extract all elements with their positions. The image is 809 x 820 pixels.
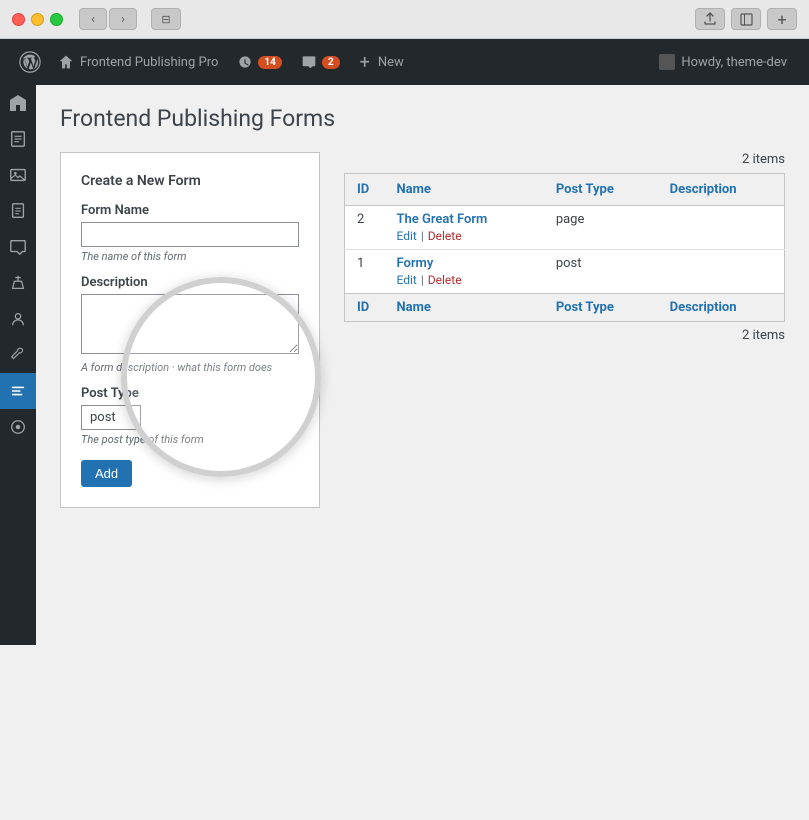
user-avatar bbox=[659, 54, 675, 70]
add-form-button[interactable]: Add bbox=[81, 460, 132, 487]
form-name-label: Form Name bbox=[81, 203, 299, 218]
footer-col-name: Name bbox=[385, 294, 544, 322]
admin-bar-new[interactable]: + New bbox=[350, 39, 414, 85]
action-separator: | bbox=[421, 229, 424, 243]
footer-col-description: Description bbox=[658, 294, 785, 322]
description-input[interactable] bbox=[81, 294, 299, 354]
sidebar-dashboard[interactable] bbox=[0, 85, 36, 121]
forward-button[interactable]: › bbox=[109, 8, 137, 30]
form-section-title: Create a New Form bbox=[81, 173, 299, 189]
post-type-label: Post Type bbox=[81, 386, 299, 401]
sidebar-users[interactable] bbox=[0, 301, 36, 337]
wp-admin-bar: Frontend Publishing Pro 14 2 + New Howdy… bbox=[0, 39, 809, 85]
col-header-id: ID bbox=[345, 174, 385, 206]
browser-navigation: ‹ › bbox=[79, 8, 137, 30]
minimize-button[interactable] bbox=[31, 13, 44, 26]
back-button[interactable]: ‹ bbox=[79, 8, 107, 30]
close-button[interactable] bbox=[12, 13, 25, 26]
description-label: Description bbox=[81, 275, 299, 290]
browser-actions: + bbox=[695, 8, 797, 30]
admin-bar-site-name: Frontend Publishing Pro bbox=[80, 55, 218, 70]
sidebar-plugins[interactable] bbox=[0, 265, 36, 301]
col-header-name: Name bbox=[385, 174, 544, 206]
admin-bar-items: Frontend Publishing Pro 14 2 + New bbox=[48, 39, 649, 85]
table-header-row: ID Name Post Type Description bbox=[345, 174, 785, 206]
sidebar-pages[interactable] bbox=[0, 193, 36, 229]
form-name-input[interactable] bbox=[81, 222, 299, 247]
col-header-description: Description bbox=[658, 174, 785, 206]
cell-post-type: page bbox=[544, 206, 658, 250]
edit-link[interactable]: Edit bbox=[397, 273, 417, 287]
post-type-value: post bbox=[81, 405, 141, 430]
wp-logo[interactable] bbox=[12, 39, 48, 85]
sidebar-posts[interactable] bbox=[0, 121, 36, 157]
sidebar-customize[interactable] bbox=[0, 409, 36, 445]
cell-description bbox=[658, 250, 785, 294]
form-name-hint: The name of this form bbox=[81, 250, 299, 263]
sidebar-fp-active[interactable] bbox=[0, 373, 36, 409]
table-row: 1FormyEdit|Deletepost bbox=[345, 250, 785, 294]
updates-badge: 14 bbox=[258, 56, 281, 69]
browser-chrome: ‹ › ⊟ + bbox=[0, 0, 809, 39]
admin-bar-user[interactable]: Howdy, theme-dev bbox=[649, 54, 797, 70]
admin-bar-new-label: New bbox=[378, 55, 404, 70]
post-type-field: Post Type post The post type of this for… bbox=[81, 386, 299, 446]
create-form-section: Create a New Form Form Name The name of … bbox=[60, 152, 320, 508]
wp-sidebar bbox=[0, 85, 36, 645]
post-type-hint: The post type of this form bbox=[81, 433, 299, 446]
maximize-button[interactable] bbox=[50, 13, 63, 26]
description-field: Description A form description · what th… bbox=[81, 275, 299, 374]
sidebar-comments[interactable] bbox=[0, 229, 36, 265]
table-row: 2The Great FormEdit|Deletepage bbox=[345, 206, 785, 250]
delete-link[interactable]: Delete bbox=[428, 273, 462, 287]
footer-col-post-type: Post Type bbox=[544, 294, 658, 322]
col-header-post-type: Post Type bbox=[544, 174, 658, 206]
forms-table: ID Name Post Type Description 2The Great… bbox=[344, 173, 785, 322]
page-title: Frontend Publishing Forms bbox=[60, 105, 785, 132]
table-section: 2 items ID Name Post Type Description 2T… bbox=[344, 152, 785, 349]
new-tab-button[interactable]: + bbox=[767, 8, 797, 30]
table-count-bottom: 2 items bbox=[344, 328, 785, 343]
wp-layout: Frontend Publishing Forms Create a New F… bbox=[0, 85, 809, 645]
admin-bar-home[interactable]: Frontend Publishing Pro bbox=[48, 39, 228, 85]
cell-id: 1 bbox=[345, 250, 385, 294]
form-name-field: Form Name The name of this form bbox=[81, 203, 299, 263]
admin-bar-howdy: Howdy, theme-dev bbox=[681, 55, 787, 70]
admin-bar-updates[interactable]: 14 bbox=[228, 39, 291, 85]
table-footer-row: ID Name Post Type Description bbox=[345, 294, 785, 322]
cell-id: 2 bbox=[345, 206, 385, 250]
cell-description bbox=[658, 206, 785, 250]
cell-name: The Great FormEdit|Delete bbox=[385, 206, 544, 250]
share-button[interactable] bbox=[695, 8, 725, 30]
comments-badge: 2 bbox=[322, 56, 340, 69]
expand-button[interactable] bbox=[731, 8, 761, 30]
delete-link[interactable]: Delete bbox=[428, 229, 462, 243]
wp-content: Frontend Publishing Forms Create a New F… bbox=[36, 85, 809, 645]
traffic-lights bbox=[12, 13, 63, 26]
action-separator: | bbox=[421, 273, 424, 287]
sidebar-media[interactable] bbox=[0, 157, 36, 193]
edit-link[interactable]: Edit bbox=[397, 229, 417, 243]
sidebar-tools[interactable] bbox=[0, 337, 36, 373]
content-grid: Create a New Form Form Name The name of … bbox=[60, 152, 785, 508]
footer-col-id: ID bbox=[345, 294, 385, 322]
table-count-top: 2 items bbox=[344, 152, 785, 167]
admin-bar-comments[interactable]: 2 bbox=[292, 39, 350, 85]
cell-post-type: post bbox=[544, 250, 658, 294]
cell-name: FormyEdit|Delete bbox=[385, 250, 544, 294]
description-hint: A form description · what this form does bbox=[81, 361, 299, 374]
sidebar-toggle-button[interactable]: ⊟ bbox=[151, 8, 181, 30]
